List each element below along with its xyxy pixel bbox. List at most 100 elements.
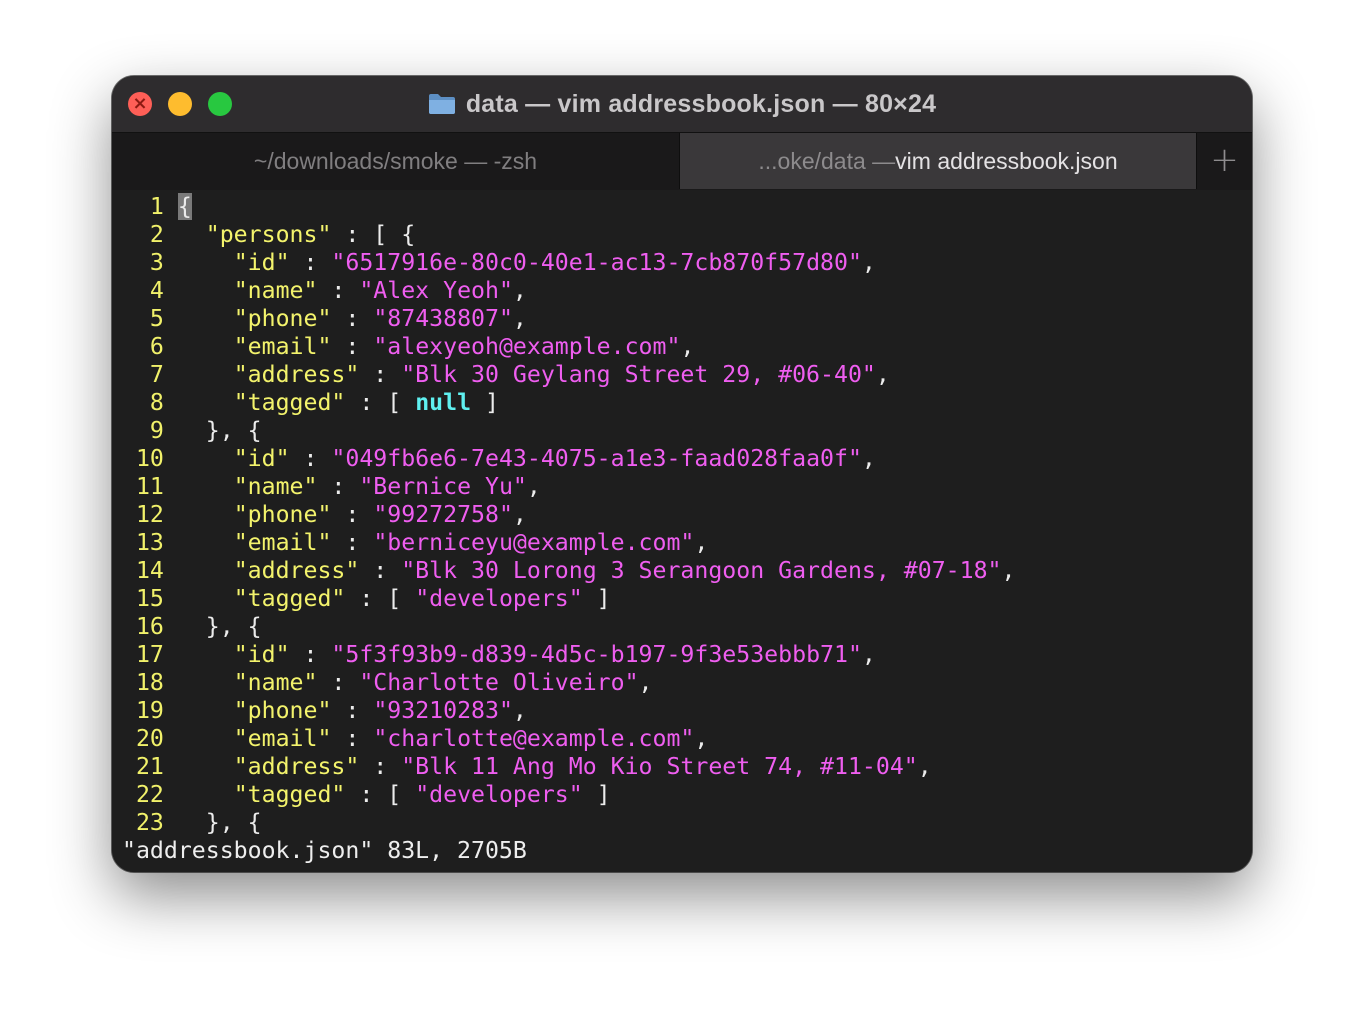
json-punctuation: : [331,697,374,724]
folder-icon [428,93,456,115]
json-punctuation: : [331,529,374,556]
json-punctuation: : [317,669,360,696]
json-string: "Charlotte Oliveiro" [359,669,639,696]
json-punctuation: : [359,753,402,780]
json-punctuation: , [861,249,876,276]
json-punctuation: , [694,725,709,752]
json-punctuation: : [289,641,332,668]
json-string: "5f3f93b9-d839-4d5c-b197-9f3e53ebbb71" [331,641,862,668]
json-key: "email" [233,725,332,752]
editor-line: 10 "id" : "049fb6e6-7e43-4075-a1e3-faad0… [122,445,876,473]
json-string: "developers" [415,781,583,808]
line-number: 4 [122,277,178,304]
json-punctuation [178,697,234,724]
editor-line: 8 "tagged" : [ null ] [122,389,499,417]
window-title-group: data — vim addressbook.json — 80×24 [112,76,1252,132]
title-bar[interactable]: × data — vim addressbook.json — 80×24 [112,76,1252,132]
json-key: "id" [233,641,290,668]
editor-line: 20 "email" : "charlotte@example.com", [122,725,708,753]
editor-line: 2 "persons" : [ { [122,221,415,249]
json-punctuation [178,501,234,528]
editor-line: 6 "email" : "alexyeoh@example.com", [122,333,695,361]
editor-line: 15 "tagged" : [ "developers" ] [122,585,611,613]
json-punctuation: }, { [177,809,262,836]
json-string: "Blk 30 Geylang Street 29, #06-40" [401,361,876,388]
editor-line: 3 "id" : "6517916e-80c0-40e1-ac13-7cb870… [122,249,876,277]
json-string: "charlotte@example.com" [373,725,695,752]
line-number: 10 [122,445,178,472]
json-punctuation [178,277,234,304]
json-punctuation [178,753,234,780]
json-string: "Alex Yeoh" [359,277,513,304]
json-punctuation [178,669,234,696]
json-key: "tagged" [233,585,346,612]
vim-status-line: "addressbook.json" 83L, 2705B [122,837,527,864]
json-punctuation: : [331,501,374,528]
json-key: "tagged" [233,781,346,808]
json-punctuation: : [317,277,360,304]
json-punctuation: : [317,473,360,500]
json-key: "name" [233,473,318,500]
editor-line: 19 "phone" : "93210283", [122,697,527,725]
json-punctuation [178,473,234,500]
json-punctuation [178,529,234,556]
line-number: 11 [122,473,178,500]
json-punctuation [178,641,234,668]
json-punctuation: : [289,249,332,276]
json-punctuation: , [512,277,527,304]
line-number: 23 [122,809,178,836]
tab-label: ~/downloads/smoke — -zsh [253,147,538,174]
json-punctuation: ] [582,585,611,612]
json-null: null [415,389,472,416]
line-number: 14 [122,557,178,584]
line-number: 20 [122,725,178,752]
json-punctuation [178,781,234,808]
editor-line: 18 "name" : "Charlotte Oliveiro", [122,669,653,697]
json-punctuation: , [1001,557,1016,584]
json-punctuation: , [917,753,932,780]
json-key: "phone" [233,501,332,528]
json-punctuation: , [694,529,709,556]
json-string: "93210283" [373,697,513,724]
line-number: 12 [122,501,178,528]
tab-zsh[interactable]: ~/downloads/smoke — -zsh [112,133,679,189]
json-string: "6517916e-80c0-40e1-ac13-7cb870f57d80" [331,249,862,276]
json-key: "address" [233,557,360,584]
new-tab-button[interactable]: + [1197,133,1252,189]
json-string: "developers" [415,585,583,612]
line-number: 9 [122,417,178,444]
json-punctuation [178,221,206,248]
json-string: "Blk 11 Ang Mo Kio Street 74, #11-04" [401,753,918,780]
json-punctuation: , [512,305,527,332]
json-punctuation: : [ [345,781,416,808]
json-string: "alexyeoh@example.com" [373,333,681,360]
editor-line: 9 }, { [122,417,262,445]
line-number: 22 [122,781,178,808]
editor-line: 22 "tagged" : [ "developers" ] [122,781,611,809]
json-punctuation: ] [471,389,499,416]
json-punctuation: : [359,557,402,584]
line-number: 2 [122,221,178,248]
json-punctuation [178,305,234,332]
json-key: "address" [233,753,360,780]
line-number: 5 [122,305,178,332]
json-punctuation: , [512,697,527,724]
json-punctuation [178,585,234,612]
json-punctuation: : [ { [331,221,416,248]
json-punctuation: : [ [345,389,416,416]
json-punctuation: , [875,361,890,388]
tab-vim[interactable]: ...oke/data — vim addressbook.json [680,133,1196,189]
json-punctuation: , [638,669,653,696]
json-punctuation: , [680,333,695,360]
line-number: 6 [122,333,178,360]
json-key: "tagged" [233,389,346,416]
json-punctuation: : [331,725,374,752]
json-punctuation: , [526,473,541,500]
line-number: 8 [122,389,178,416]
json-punctuation: : [331,305,374,332]
terminal-content[interactable]: 1 { 2 "persons" : [ { 3 "id" : "6517916e… [112,190,1252,872]
editor-line: 23 }, { [122,809,262,837]
line-number: 16 [122,613,178,640]
line-number: 3 [122,249,178,276]
json-punctuation: : [331,333,374,360]
